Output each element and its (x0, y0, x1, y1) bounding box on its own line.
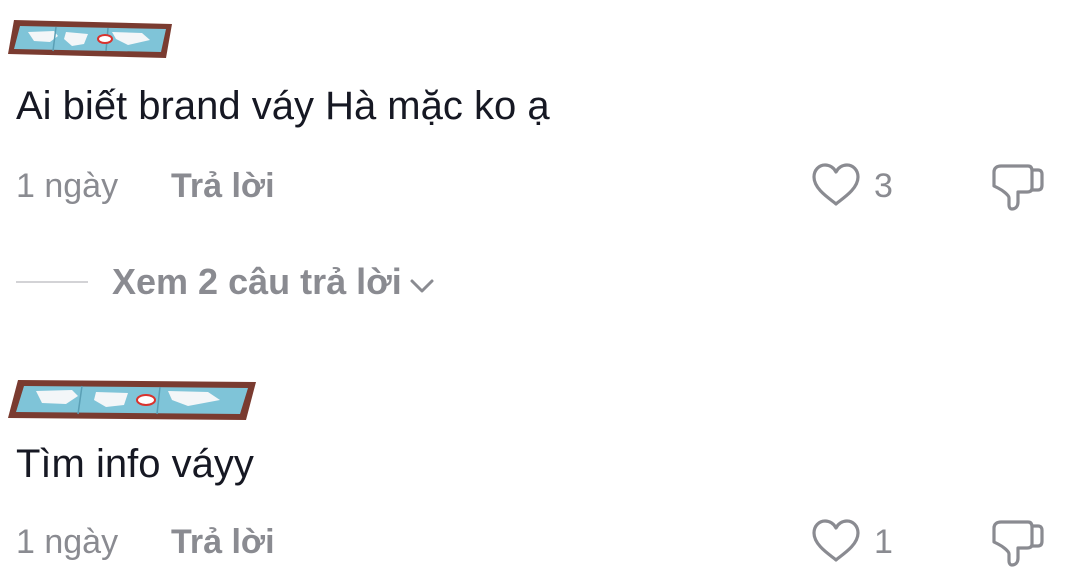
reply-button[interactable]: Trả lời (171, 522, 275, 562)
comment-item: Ai biết brand váy Hà mặc ko ạ 1 ngày Trả… (0, 0, 1089, 330)
comment-text: Ai biết brand váy Hà mặc ko ạ (16, 84, 550, 128)
replies-divider (16, 281, 88, 283)
comment-actions: 1 ngày Trả lời 1 (0, 518, 1089, 567)
thumbs-down-icon[interactable] (988, 518, 1044, 568)
comment-item: Tìm info váyy 1 ngày Trả lời 1 (0, 360, 1089, 569)
reply-button[interactable]: Trả lời (171, 166, 275, 206)
like-count: 3 (874, 167, 893, 205)
heart-icon[interactable] (810, 518, 862, 564)
folded-map-sticker-icon (8, 380, 256, 420)
folded-map-sticker-icon (8, 20, 172, 58)
view-replies-button[interactable]: Xem 2 câu trả lời (112, 258, 436, 306)
comment-timestamp: 1 ngày (16, 523, 119, 561)
like-count: 1 (874, 523, 893, 561)
comment-text: Tìm info váyy (16, 442, 254, 486)
view-replies-label: Xem 2 câu trả lời (112, 261, 402, 302)
thumbs-down-icon[interactable] (988, 162, 1044, 212)
comment-timestamp: 1 ngày (16, 167, 119, 205)
view-replies-row: Xem 2 câu trả lời (0, 258, 600, 306)
comment-actions: 1 ngày Trả lời 3 (0, 162, 1089, 211)
chevron-down-icon (410, 279, 434, 293)
heart-icon[interactable] (810, 162, 862, 208)
